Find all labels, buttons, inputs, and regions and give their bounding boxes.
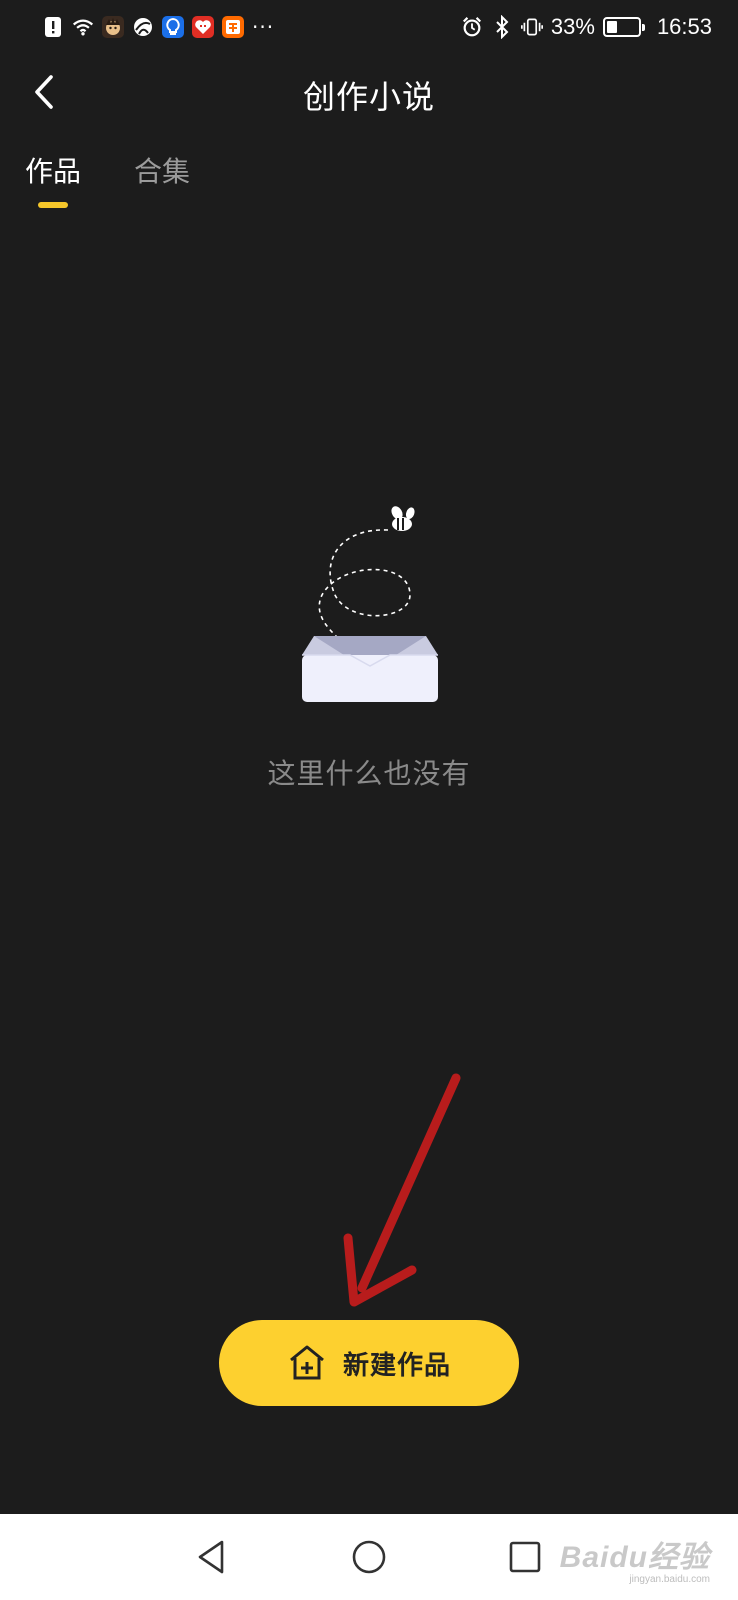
tab-collections[interactable]: 合集 [134,150,190,190]
system-nav-bar: Baidu经验 jingyan.baidu.com [0,1514,738,1600]
nav-home-button[interactable] [346,1534,392,1580]
bluetooth-icon [491,15,513,39]
battery-level-fill [606,21,617,33]
emoji-app-icon [102,16,124,38]
house-plus-icon [290,1345,324,1380]
annotation-arrow [343,1073,461,1307]
home-circle-icon [352,1540,386,1574]
empty-state-illustration [300,500,440,720]
inbox-tray-icon [302,636,438,702]
app-header: 创作小说 [0,54,738,136]
new-work-button[interactable]: 新建作品 [219,1320,519,1406]
active-tab-indicator [38,202,68,208]
status-right-icons: 33% 16:53 [461,14,712,40]
taobao-app-icon [222,16,244,38]
wifi-icon [72,16,94,38]
page-title: 创作小说 [302,78,435,116]
pinduoduo-app-icon [192,16,214,38]
alarm-icon [461,16,483,38]
status-left-icons: ··· [42,16,274,38]
watermark-sub-text: jingyan.baidu.com [629,1574,710,1585]
clock-time: 16:53 [656,14,712,39]
back-triangle-icon [198,1540,224,1574]
status-bar: ··· 33% 16:53 [0,0,738,54]
watermark-main-text: Baidu经验 [559,1541,710,1574]
nav-recents-button[interactable] [502,1534,548,1580]
vibrate-icon [520,16,543,38]
new-work-label: 新建作品 [342,1350,451,1381]
tab-bar: 作品 合集 [0,150,738,212]
baidu-watermark: Baidu经验 jingyan.baidu.com [560,1532,710,1585]
lightbulb-app-icon [162,16,184,38]
battery-icon [602,17,645,37]
recents-square-icon [509,1541,541,1573]
nav-back-button[interactable] [188,1534,234,1580]
tab-works[interactable]: 作品 [25,150,81,190]
more-notifications-indicator: ··· [252,15,275,39]
empty-state-message: 这里什么也没有 [267,757,471,790]
browser-app-icon [132,16,154,38]
bee-icon [391,506,415,531]
battery-percentage: 33% [550,14,595,39]
alert-icon [42,16,64,38]
